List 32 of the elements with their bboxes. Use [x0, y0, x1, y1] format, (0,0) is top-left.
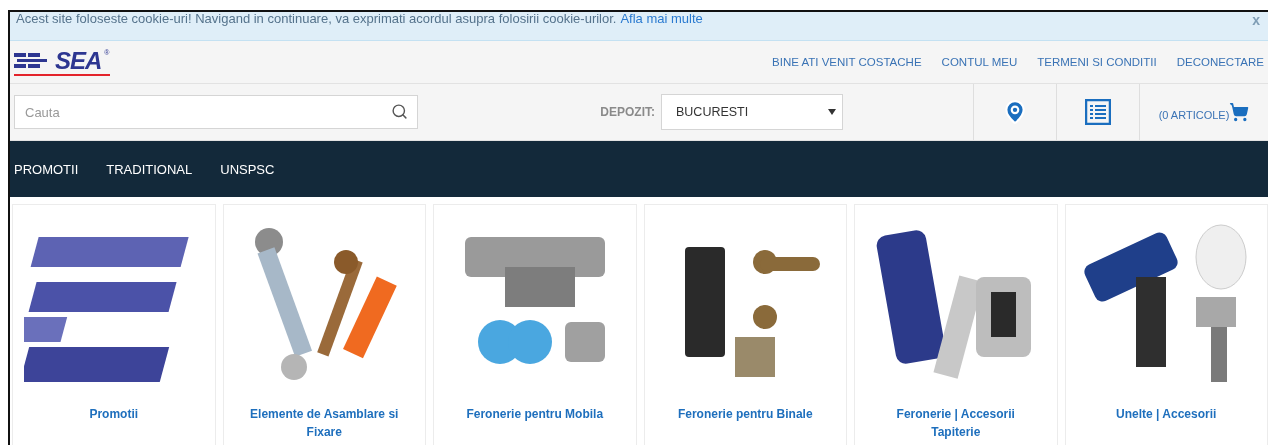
header-link[interactable]: DECONECTARE — [1176, 56, 1264, 68]
category-title[interactable]: Unelte | Accesorii — [1098, 405, 1235, 423]
category-title[interactable]: Elemente de Asamblare si Fixare — [223, 405, 425, 441]
list-icon[interactable] — [1085, 99, 1111, 125]
learn-more-link[interactable]: Afla mai multe — [620, 12, 703, 26]
logo-text: SEA — [55, 48, 102, 73]
location-pin-icon[interactable] — [1002, 99, 1028, 125]
category-card[interactable]: Feronerie | Accesorii Tapiterie — [854, 204, 1058, 445]
depot-dropdown[interactable]: BUCURESTI — [661, 94, 843, 130]
nav-item[interactable]: UNSPSC — [220, 161, 275, 177]
search-field[interactable]: Cauta — [14, 95, 418, 129]
depot-label: DEPOZIT: — [600, 105, 655, 119]
category-title[interactable]: Feronerie pentru Mobila — [448, 405, 622, 423]
category-card[interactable]: Feronerie pentru Mobila — [433, 204, 637, 445]
header-link[interactable]: CONTUL MEU — [941, 56, 1018, 68]
category-card[interactable]: Promotii — [12, 204, 216, 445]
category-title[interactable]: Promotii — [71, 405, 157, 423]
nav-item[interactable]: TRADITIONAL — [106, 161, 193, 177]
header-link[interactable]: BINE ATI VENIT COSTACHE — [772, 56, 922, 68]
cart-icon[interactable] — [1229, 102, 1250, 122]
cookie-notice: Acest site foloseste cookie-uri! Navigand in continuare, va exprimati acordul asupra folosirii cookie-urilor. Afla mai multe — [16, 12, 703, 26]
header-link[interactable]: TERMENI SI CONDITII — [1037, 56, 1157, 68]
cart-link[interactable]: (0 ARTICOLE) — [1158, 109, 1230, 121]
search-icon[interactable] — [391, 103, 408, 120]
nav-item[interactable]: PROMOTII — [14, 161, 79, 177]
category-card[interactable]: Unelte | Accesorii — [1064, 204, 1268, 445]
category-card[interactable]: Feronerie pentru Binale — [643, 204, 847, 445]
category-title[interactable]: Feronerie pentru Binale — [659, 405, 831, 423]
logo[interactable]: SEA$^{®}$ — [14, 48, 110, 76]
category-card[interactable]: Elemente de Asamblare si Fixare — [222, 204, 426, 445]
caret-icon — [828, 109, 836, 115]
category-title[interactable]: Feronerie | Accesorii Tapiterie — [855, 405, 1057, 441]
